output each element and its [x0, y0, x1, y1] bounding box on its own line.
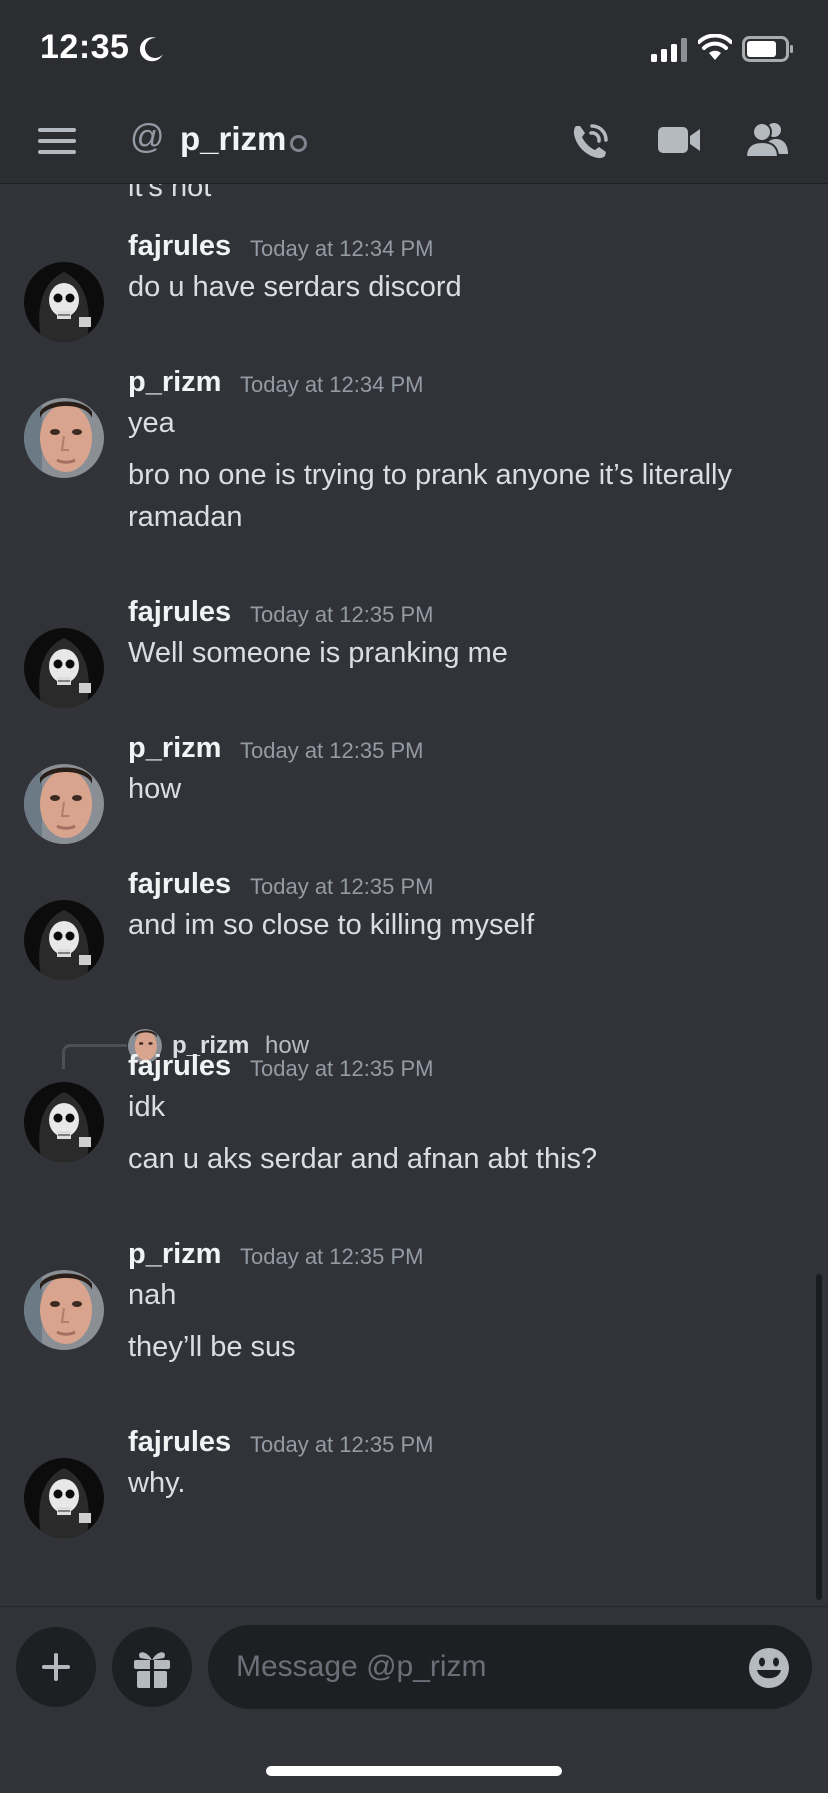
message-text: they’ll be sus [128, 1331, 296, 1363]
avatar[interactable] [24, 1082, 104, 1162]
message-author[interactable]: fajrules [128, 1050, 231, 1083]
phone-call-icon[interactable] [570, 120, 610, 162]
smiley-emoji-icon[interactable] [748, 1647, 790, 1689]
channel-header: @ p_rizm [0, 100, 828, 184]
hamburger-menu-icon[interactable] [38, 126, 76, 156]
message-timestamp: Today at 12:35 PM [250, 874, 434, 899]
wifi-icon [698, 34, 732, 60]
avatar[interactable] [24, 764, 104, 844]
message-text: nah [128, 1279, 177, 1311]
gift-icon [134, 1652, 170, 1688]
message-input[interactable] [208, 1625, 812, 1709]
face-avatar-icon [24, 398, 104, 478]
members-icon[interactable] [746, 120, 790, 158]
status-bar: 12:35 [0, 0, 828, 100]
offline-status-icon [290, 135, 307, 152]
message-author[interactable]: p_rizm [128, 732, 221, 765]
skull-avatar-icon [24, 262, 104, 342]
avatar[interactable] [24, 398, 104, 478]
message-text: Well someone is pranking me [128, 637, 508, 669]
avatar[interactable] [24, 900, 104, 980]
home-indicator[interactable] [266, 1766, 562, 1776]
message-author[interactable]: p_rizm [128, 366, 221, 399]
message-timestamp: Today at 12:35 PM [250, 602, 434, 627]
avatar[interactable] [24, 1458, 104, 1538]
avatar[interactable] [24, 262, 104, 342]
message-author[interactable]: fajrules [128, 596, 231, 629]
plus-icon [42, 1653, 70, 1681]
message-text: bro no one is trying to prank anyone it’… [128, 459, 732, 533]
moon-icon [139, 37, 163, 62]
avatar[interactable] [24, 1270, 104, 1350]
message-text: yea [128, 407, 175, 439]
message-timestamp: Today at 12:34 PM [240, 372, 424, 397]
message-text: and im so close to killing myself [128, 909, 535, 941]
skull-avatar-icon [24, 628, 104, 708]
message-author[interactable]: fajrules [128, 230, 231, 263]
at-sign-icon: @ [130, 118, 165, 156]
skull-avatar-icon [24, 900, 104, 980]
face-avatar-icon [24, 764, 104, 844]
message-timestamp: Today at 12:34 PM [250, 236, 434, 261]
channel-name[interactable]: p_rizm [180, 120, 286, 158]
message-timestamp: Today at 12:35 PM [250, 1432, 434, 1457]
message-timestamp: Today at 12:35 PM [240, 1244, 424, 1269]
message-list[interactable]: it’s not fajrules Today at 12:34 PM do u… [0, 184, 828, 1606]
status-time: 12:35 [40, 28, 130, 66]
message-text: it’s not [128, 184, 212, 203]
message-text: can u aks serdar and afnan abt this? [128, 1143, 598, 1175]
reply-connector [62, 1044, 127, 1069]
message-timestamp: Today at 12:35 PM [250, 1056, 434, 1081]
message-text: do u have serdars discord [128, 271, 462, 303]
message-text: idk [128, 1091, 166, 1123]
message-author[interactable]: p_rizm [128, 1238, 221, 1271]
face-avatar-icon [24, 1270, 104, 1350]
message-timestamp: Today at 12:35 PM [240, 738, 424, 763]
message-author[interactable]: fajrules [128, 868, 231, 901]
battery-icon [742, 36, 793, 62]
message-composer [0, 1606, 828, 1793]
cellular-signal-icon [651, 38, 687, 62]
message-text: why. [128, 1467, 186, 1499]
message-text: how [128, 773, 182, 805]
message-author[interactable]: fajrules [128, 1426, 231, 1459]
add-attachment-button[interactable] [16, 1627, 96, 1707]
video-camera-icon[interactable] [658, 124, 702, 156]
skull-avatar-icon [24, 1458, 104, 1538]
skull-avatar-icon [24, 1082, 104, 1162]
avatar[interactable] [24, 628, 104, 708]
gift-button[interactable] [112, 1627, 192, 1707]
message-scrollbar[interactable] [816, 1274, 822, 1600]
